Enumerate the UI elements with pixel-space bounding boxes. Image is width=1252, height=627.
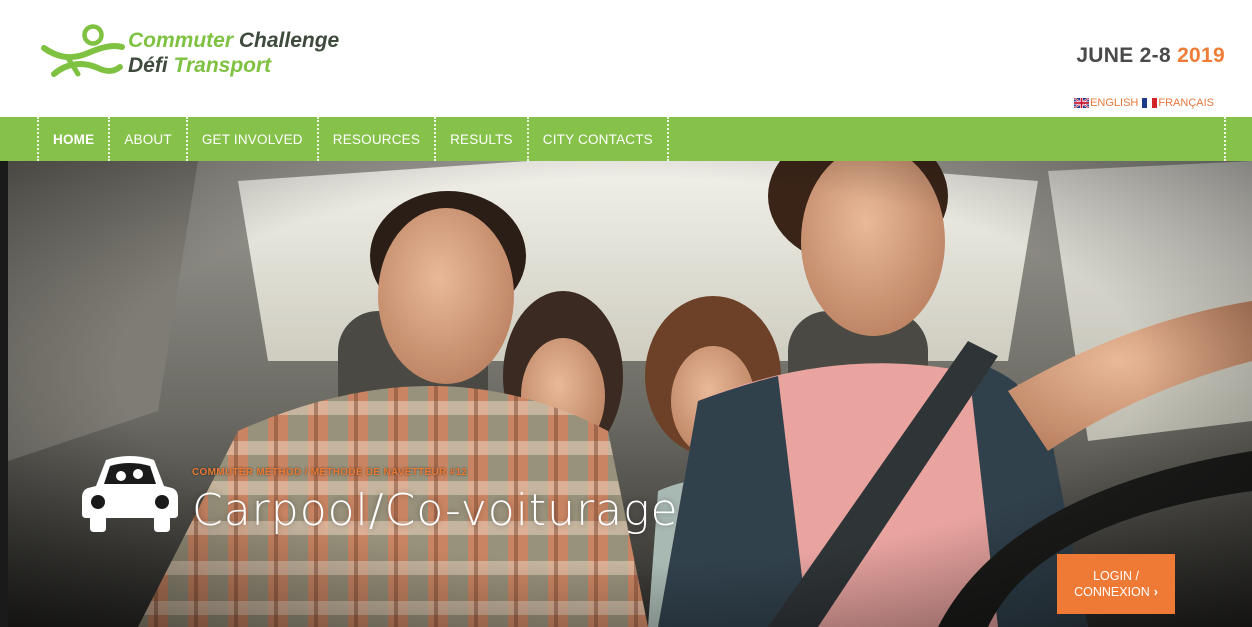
site-logo[interactable]: Commuter Challenge Défi Transport	[40, 22, 339, 86]
logo-word-challenge: Challenge	[233, 29, 340, 52]
nav-link-results[interactable]: RESULTS	[436, 132, 527, 147]
login-button[interactable]: LOGIN / CONNEXION ›	[1057, 554, 1175, 614]
logo-word-defi: Défi	[128, 54, 174, 77]
language-english-label: ENGLISH	[1090, 97, 1139, 109]
car-front-icon	[82, 456, 178, 532]
logo-wordmark: Commuter Challenge Défi Transport	[128, 28, 339, 78]
uk-flag-icon	[1074, 98, 1090, 108]
hero-banner: COMMUTER METHOD / METHODE DE NAVETTEUR #…	[0, 161, 1252, 627]
language-french-label: FRANÇAIS	[1158, 97, 1214, 109]
commuter-method-kicker: COMMUTER METHOD / METHODE DE NAVETTEUR #…	[192, 467, 468, 478]
commuter-method-caption: COMMUTER METHOD / METHODE DE NAVETTEUR #…	[80, 446, 679, 536]
login-label-line2: CONNEXION	[1074, 585, 1150, 599]
nav-item-get-involved: GET INVOLVED	[185, 117, 317, 161]
france-flag-icon	[1142, 98, 1158, 108]
nav-divider-right	[1224, 117, 1226, 161]
nav-link-city-contacts[interactable]: CITY CONTACTS	[529, 132, 667, 147]
nav-item-resources: RESOURCES	[316, 117, 434, 161]
nav-item-city-contacts: CITY CONTACTS	[526, 117, 669, 161]
language-french-link[interactable]: FRANÇAIS	[1142, 97, 1214, 109]
event-dates-year: 2019	[1177, 44, 1225, 67]
event-dates-range: JUNE 2-8	[1076, 44, 1178, 67]
language-switcher: ENGLISH FRANÇAIS	[1072, 97, 1214, 109]
main-navigation: HOME ABOUT GET INVOLVED RESOURCES RESULT…	[0, 117, 1252, 161]
logo-word-transport: Transport	[173, 54, 272, 77]
nav-item-about: ABOUT	[108, 117, 186, 161]
commuter-method-title: Carpool/Co-voiturage	[192, 485, 679, 536]
logo-word-commuter: Commuter	[128, 29, 234, 52]
language-english-link[interactable]: ENGLISH	[1074, 97, 1138, 109]
event-dates: JUNE 2-8 2019	[1076, 44, 1225, 68]
site-header: Commuter Challenge Défi Transport JUNE 2…	[0, 0, 1252, 117]
commuter-runner-logo-icon	[41, 24, 125, 77]
chevron-right-icon: ›	[1153, 585, 1158, 599]
nav-link-get-involved[interactable]: GET INVOLVED	[188, 132, 317, 147]
nav-item-home: HOME	[37, 117, 108, 161]
login-label-line1: LOGIN /	[1093, 569, 1139, 583]
nav-link-about[interactable]: ABOUT	[110, 132, 186, 147]
nav-link-home[interactable]: HOME	[39, 132, 108, 147]
nav-item-results: RESULTS	[434, 117, 527, 161]
nav-link-resources[interactable]: RESOURCES	[319, 132, 434, 147]
